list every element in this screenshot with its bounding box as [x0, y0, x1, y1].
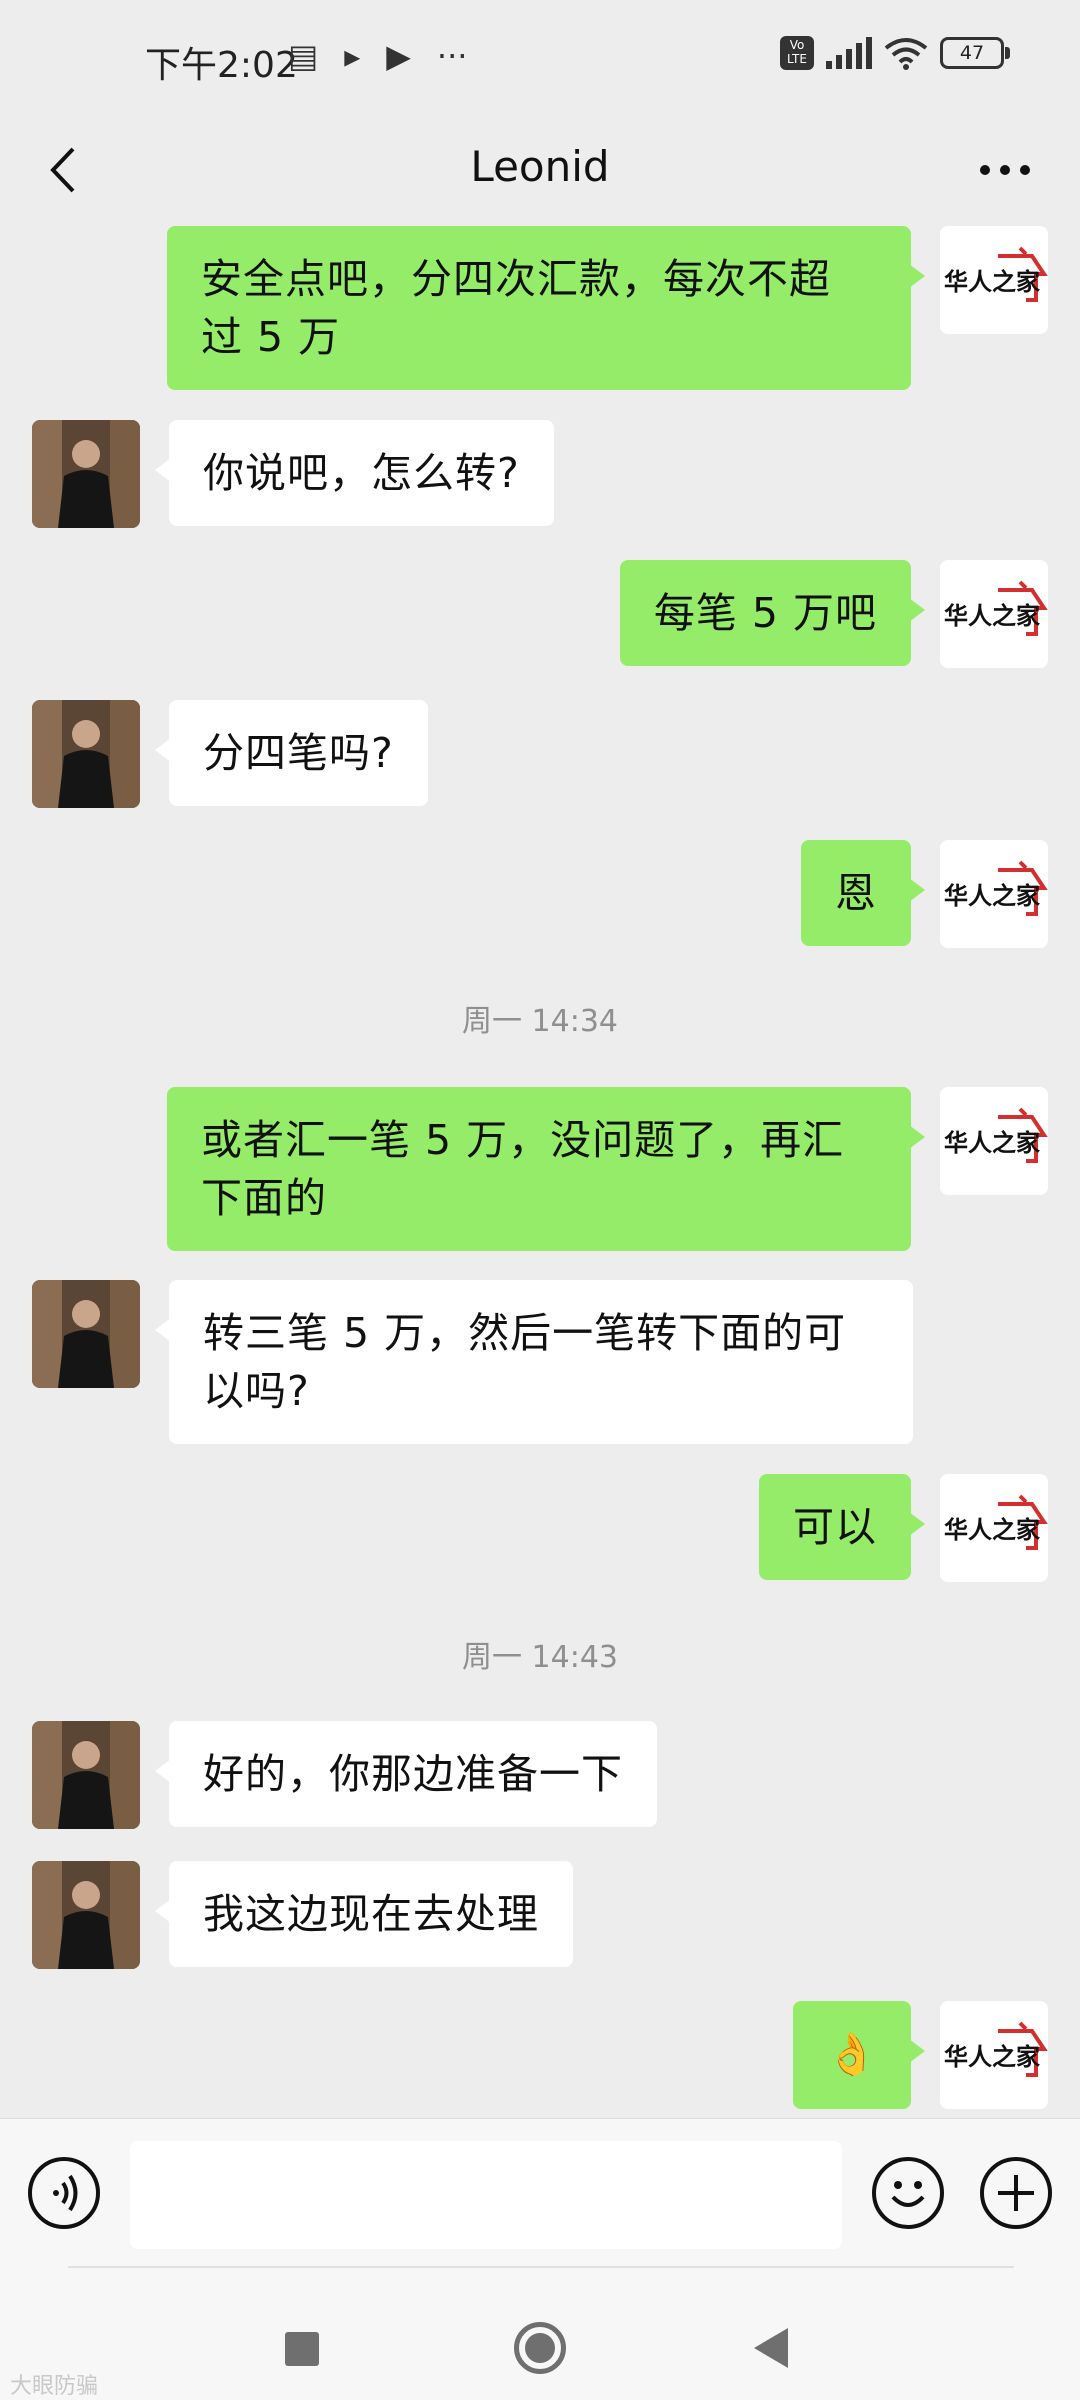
- svg-text:华人之家: 华人之家: [944, 602, 1040, 630]
- status-time: 下午2:02: [145, 45, 298, 86]
- more-dots-icon: [980, 165, 990, 175]
- play-store-icon: ▶: [386, 37, 411, 75]
- system-icons: Vo LTE 47: [780, 36, 1010, 70]
- message-bubble[interactable]: 你说吧，怎么转?: [155, 420, 554, 526]
- message-bubble[interactable]: 我这边现在去处理: [155, 1861, 573, 1967]
- input-bar: [0, 2118, 1080, 2279]
- brand-logo-icon: 华人之家: [944, 1107, 1048, 1163]
- chat-title: Leonid: [470, 142, 610, 191]
- system-navigation-bar: [0, 2278, 1080, 2400]
- notification-icons: ▤ ▸ ▶ ···: [288, 38, 467, 74]
- ok-hand-emoji: 👌: [825, 2030, 879, 2078]
- voice-icon: [53, 2174, 78, 2212]
- chat-header: Leonid: [0, 120, 1080, 220]
- more-notifications-icon: ···: [436, 37, 468, 75]
- emoji-icon: [891, 2181, 925, 2207]
- battery-icon: 47: [940, 37, 1010, 69]
- watermark: 大眼防骗: [10, 2374, 99, 2399]
- more-functions-button[interactable]: [980, 2157, 1052, 2229]
- volte-icon: Vo LTE: [780, 36, 814, 70]
- plus-icon: [998, 2175, 1034, 2211]
- contact-avatar[interactable]: [32, 420, 140, 528]
- contact-avatar[interactable]: [32, 700, 140, 808]
- play-icon: ▸: [344, 37, 361, 75]
- brand-logo-icon: 华人之家: [944, 1494, 1048, 1550]
- back-icon[interactable]: [754, 2328, 788, 2368]
- contact-avatar[interactable]: [32, 1721, 140, 1829]
- wifi-icon: [884, 38, 928, 70]
- emoji-button[interactable]: [872, 2157, 944, 2229]
- person-photo: [32, 1861, 140, 1969]
- contact-avatar[interactable]: [32, 1861, 140, 1969]
- brand-logo-icon: 华人之家: [944, 860, 1048, 916]
- message-bubble[interactable]: 每笔 5 万吧: [619, 560, 926, 666]
- message-bubble[interactable]: 分四笔吗?: [155, 700, 428, 806]
- home-icon[interactable]: [514, 2322, 566, 2374]
- message-bubble[interactable]: 安全点吧，分四次汇款，每次不超 过 5 万: [167, 226, 925, 390]
- svg-text:华人之家: 华人之家: [944, 1129, 1040, 1157]
- status-bar: 下午2:02 ▤ ▸ ▶ ··· Vo LTE 47: [0, 0, 1080, 120]
- self-avatar[interactable]: 华人之家: [940, 840, 1048, 948]
- brand-logo-icon: 华人之家: [944, 2021, 1048, 2077]
- signal-icon: [826, 37, 872, 69]
- person-photo: [32, 1280, 140, 1388]
- person-photo: [32, 700, 140, 808]
- self-avatar[interactable]: 华人之家: [940, 560, 1048, 668]
- svg-text:华人之家: 华人之家: [944, 1516, 1040, 1544]
- person-photo: [32, 1721, 140, 1829]
- svg-text:华人之家: 华人之家: [944, 882, 1040, 910]
- contact-avatar[interactable]: [32, 1280, 140, 1388]
- recents-icon[interactable]: [285, 2332, 319, 2366]
- message-bubble[interactable]: 可以: [759, 1474, 925, 1580]
- svg-text:华人之家: 华人之家: [944, 2043, 1040, 2071]
- person-photo: [32, 420, 140, 528]
- message-input[interactable]: [130, 2141, 842, 2249]
- self-avatar[interactable]: 华人之家: [940, 1474, 1048, 1582]
- message-bubble[interactable]: 或者汇一笔 5 万，没问题了，再汇 下面的: [167, 1087, 925, 1251]
- message-bubble[interactable]: 转三笔 5 万，然后一笔转下面的可 以吗?: [155, 1280, 913, 1444]
- message-bubble[interactable]: 好的，你那边准备一下: [155, 1721, 657, 1827]
- message-bubble[interactable]: 恩: [801, 840, 925, 946]
- more-button[interactable]: [970, 140, 1040, 200]
- message-timestamp: 周一 14:43: [462, 1640, 618, 1675]
- self-avatar[interactable]: 华人之家: [940, 2001, 1048, 2109]
- brand-logo-icon: 华人之家: [944, 580, 1048, 636]
- self-avatar[interactable]: 华人之家: [940, 226, 1048, 334]
- message-bubble[interactable]: 👌: [793, 2001, 925, 2109]
- voice-button[interactable]: [28, 2157, 100, 2229]
- divider: [68, 2266, 1014, 2268]
- brand-logo-icon: 华人之家: [944, 246, 1048, 302]
- message-timestamp: 周一 14:34: [462, 1004, 618, 1039]
- self-avatar[interactable]: 华人之家: [940, 1087, 1048, 1195]
- message-icon: ▤: [288, 37, 319, 75]
- svg-text:华人之家: 华人之家: [944, 268, 1040, 296]
